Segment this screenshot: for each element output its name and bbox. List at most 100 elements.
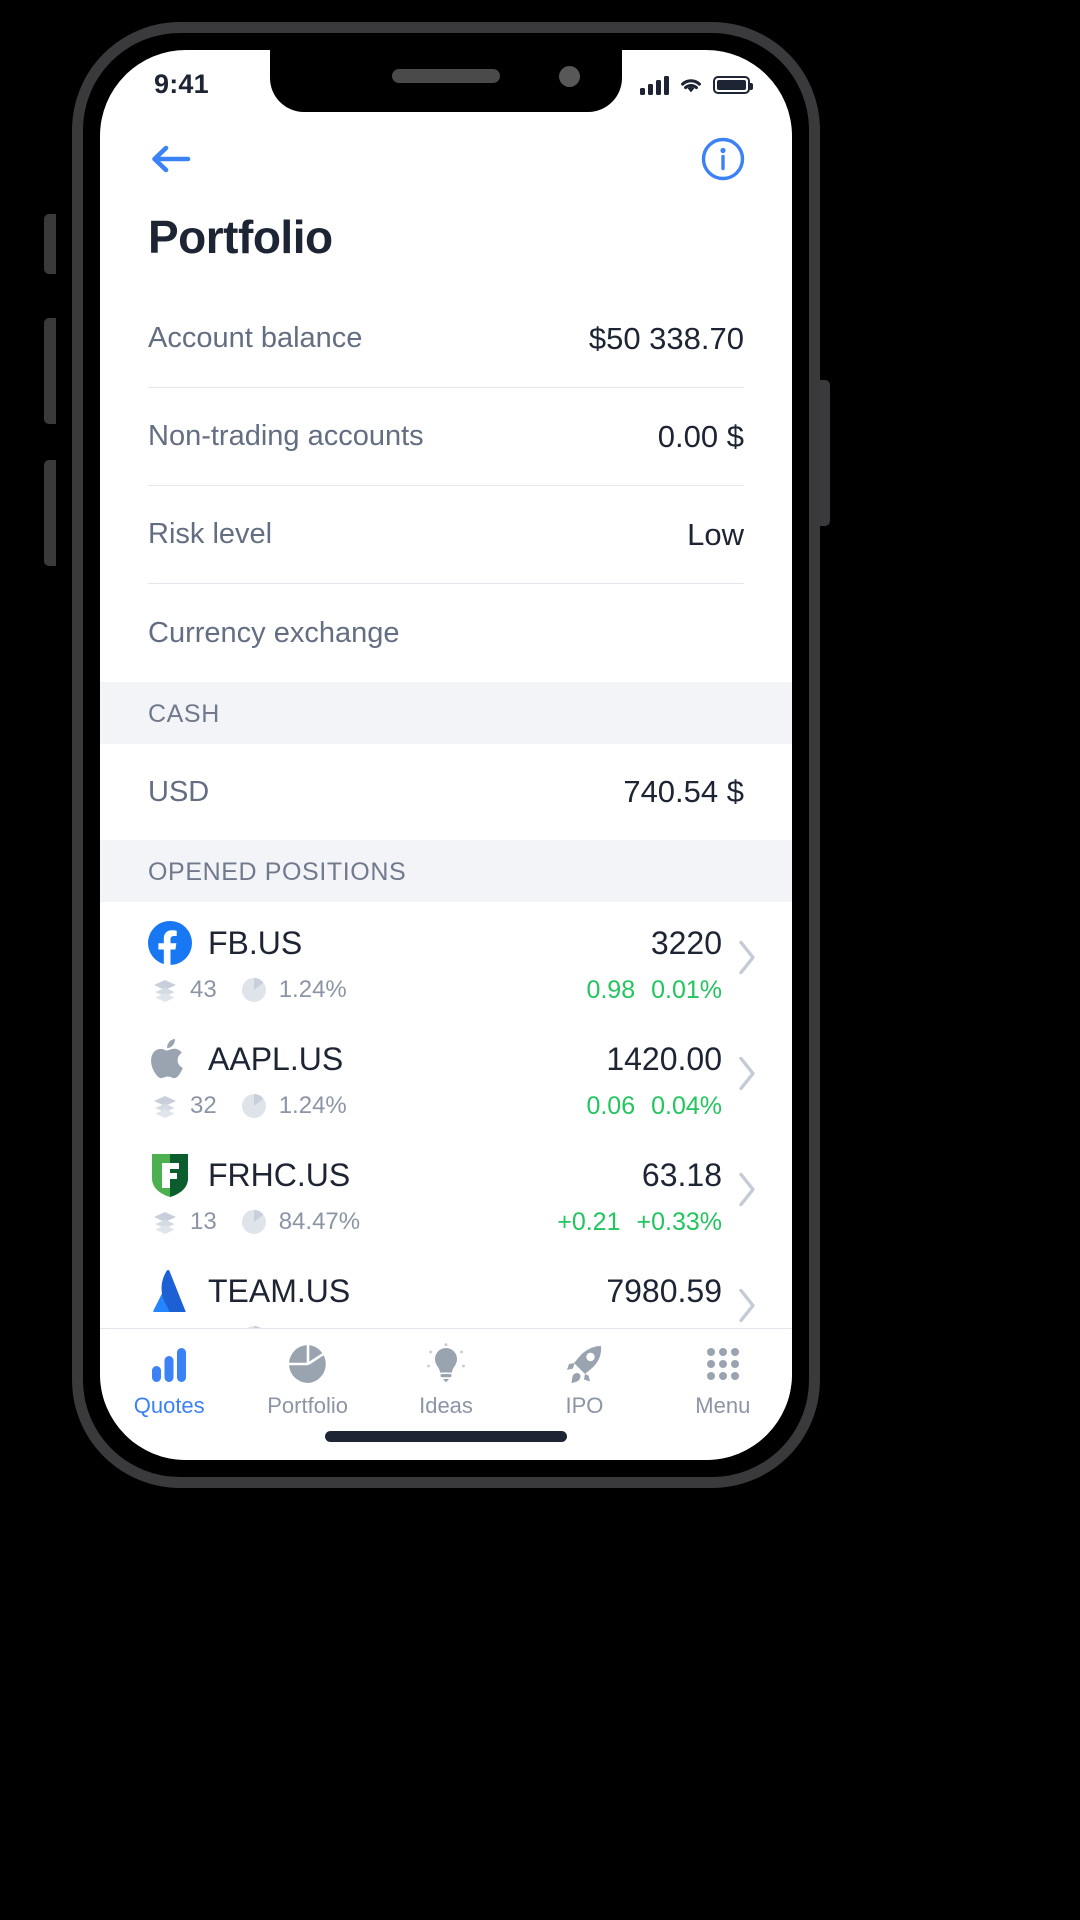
tab-label: Ideas: [419, 1393, 473, 1418]
position-ticker: AAPL.US: [208, 1040, 344, 1077]
pie-chart-icon: [239, 1207, 269, 1237]
position-primary-line: TEAM.US: [148, 1263, 573, 1319]
status-bar: 9:41: [100, 50, 792, 112]
position-change: 0.06 0.04%: [586, 1092, 722, 1121]
grid-dots-icon: [702, 1343, 744, 1385]
tab-label: IPO: [565, 1393, 604, 1418]
cellular-signal-icon: [640, 75, 669, 95]
position-primary-line: AAPL.US: [148, 1031, 586, 1087]
position-primary-line: FRHC.US: [148, 1147, 557, 1203]
position-values: 3220 0.98 0.01%: [586, 916, 722, 1005]
power-button[interactable]: [818, 380, 830, 526]
phone-screen: 9:41 Portfolio Account balance $50 338.7…: [100, 50, 792, 1460]
page-title: Portfolio: [148, 211, 333, 263]
row-value: Low: [687, 516, 744, 552]
row-label: Currency exchange: [148, 616, 400, 649]
layers-icon: [150, 975, 180, 1005]
status-time: 9:41: [154, 68, 209, 99]
tab-ipo[interactable]: IPO: [515, 1343, 653, 1419]
position-secondary-line: 32 1.24%: [148, 1091, 586, 1121]
position-ticker: TEAM.US: [208, 1272, 351, 1309]
nav-bar: [100, 112, 792, 188]
position-ticker: FRHC.US: [208, 1156, 351, 1193]
position-info: AAPL.US 32 1.24%: [148, 1031, 586, 1121]
layers-icon: [150, 1091, 180, 1121]
info-circle-icon[interactable]: [700, 136, 746, 187]
change-absolute: 0.98: [586, 975, 636, 1004]
change-percent: 0.04%: [651, 1091, 722, 1120]
wifi-icon: [681, 79, 701, 93]
row-value: $50 338.70: [588, 320, 744, 356]
screenshot-root: 9:41 Portfolio Account balance $50 338.7…: [0, 0, 1080, 1920]
position-amount: 3220: [650, 925, 722, 961]
volume-down-button[interactable]: [44, 460, 56, 566]
tab-label: Menu: [695, 1393, 751, 1418]
home-indicator[interactable]: [325, 1431, 567, 1442]
tab-label: Portfolio: [267, 1393, 348, 1418]
frhc-shield-logo-icon: [148, 1153, 192, 1197]
position-portfolio-pct: 84.47%: [278, 1208, 361, 1235]
battery-icon: [713, 76, 753, 94]
chevron-right-icon[interactable]: [736, 1171, 758, 1214]
row-value: 0.00 $: [657, 418, 744, 454]
tab-label: Quotes: [133, 1393, 205, 1418]
position-amount: 7980.59: [606, 1273, 722, 1309]
tab-quotes[interactable]: Quotes: [100, 1343, 238, 1419]
section-header-cash: CASH: [100, 682, 792, 744]
position-portfolio-pct: 1.24%: [278, 1092, 347, 1119]
position-change: 0.98 0.01%: [586, 976, 722, 1005]
position-values: 1420.00 0.06 0.04%: [586, 1032, 722, 1121]
summary-row-account-balance[interactable]: Account balance $50 338.70: [148, 290, 744, 388]
rocket-icon: [563, 1343, 605, 1385]
summary-row-currency-exchange[interactable]: Currency exchange: [148, 584, 744, 682]
position-amount: 63.18: [641, 1157, 722, 1193]
section-header-opened-positions: OPENED POSITIONS: [100, 840, 792, 902]
row-label: Non-trading accounts: [148, 420, 424, 452]
summary-row-risk-level[interactable]: Risk level Low: [148, 486, 744, 584]
position-amount: 1420.00: [606, 1041, 722, 1077]
chevron-right-icon[interactable]: [736, 1055, 758, 1098]
position-shares: 43: [190, 976, 217, 1003]
row-label: Account balance: [148, 322, 363, 354]
table-row[interactable]: FB.US 43 1.24% 3220 0.98 0.01%: [100, 902, 792, 1018]
apple-logo-icon: [148, 1037, 192, 1081]
position-values: 63.18 +0.21 +0.33%: [557, 1148, 722, 1237]
position-portfolio-pct: 1.24%: [278, 976, 347, 1003]
cash-row-usd[interactable]: USD 740.54 $: [148, 744, 744, 840]
position-info: FB.US 43 1.24%: [148, 915, 586, 1005]
summary-row-non-trading-accounts[interactable]: Non-trading accounts 0.00 $: [148, 388, 744, 486]
pie-chart-icon: [287, 1343, 329, 1385]
change-absolute: 0.06: [586, 1091, 636, 1120]
atlassian-logo-icon: [148, 1269, 192, 1313]
tab-menu[interactable]: Menu: [654, 1343, 792, 1419]
chevron-right-icon[interactable]: [736, 1287, 758, 1330]
facebook-logo-icon: [148, 921, 192, 965]
position-secondary-line: 13 84.47%: [148, 1207, 557, 1237]
lightbulb-icon: [425, 1343, 467, 1385]
change-percent: +0.33%: [636, 1207, 723, 1236]
screen-content: Portfolio Account balance $50 338.70 Non…: [100, 112, 792, 1460]
change-absolute: +0.21: [557, 1207, 621, 1236]
status-indicators: [640, 75, 753, 95]
position-secondary-line: 43 1.24%: [148, 975, 586, 1005]
position-ticker: FB.US: [208, 924, 303, 961]
row-value: 740.54 $: [623, 774, 744, 809]
pie-chart-icon: [239, 1091, 269, 1121]
tab-portfolio[interactable]: Portfolio: [238, 1343, 376, 1419]
bar-chart-icon: [148, 1343, 190, 1385]
position-shares: 32: [190, 1092, 217, 1119]
tab-ideas[interactable]: Ideas: [377, 1343, 515, 1419]
table-row[interactable]: AAPL.US 32 1.24% 1420.00 0.06 0.04%: [100, 1018, 792, 1134]
positions-list: FB.US 43 1.24% 3220 0.98 0.01% AAPL.US 3…: [100, 902, 792, 1366]
volume-up-button[interactable]: [44, 318, 56, 424]
row-label: USD: [148, 775, 210, 808]
position-change: +0.21 +0.33%: [557, 1208, 722, 1237]
table-row[interactable]: FRHC.US 13 84.47% 63.18 +0.21 +0.33%: [100, 1134, 792, 1250]
position-shares: 13: [190, 1208, 217, 1235]
chevron-right-icon[interactable]: [736, 939, 758, 982]
position-info: FRHC.US 13 84.47%: [148, 1147, 557, 1237]
mute-switch[interactable]: [44, 214, 56, 274]
layers-icon: [150, 1207, 180, 1237]
back-arrow-icon[interactable]: [148, 142, 194, 181]
row-label: Risk level: [148, 518, 273, 550]
